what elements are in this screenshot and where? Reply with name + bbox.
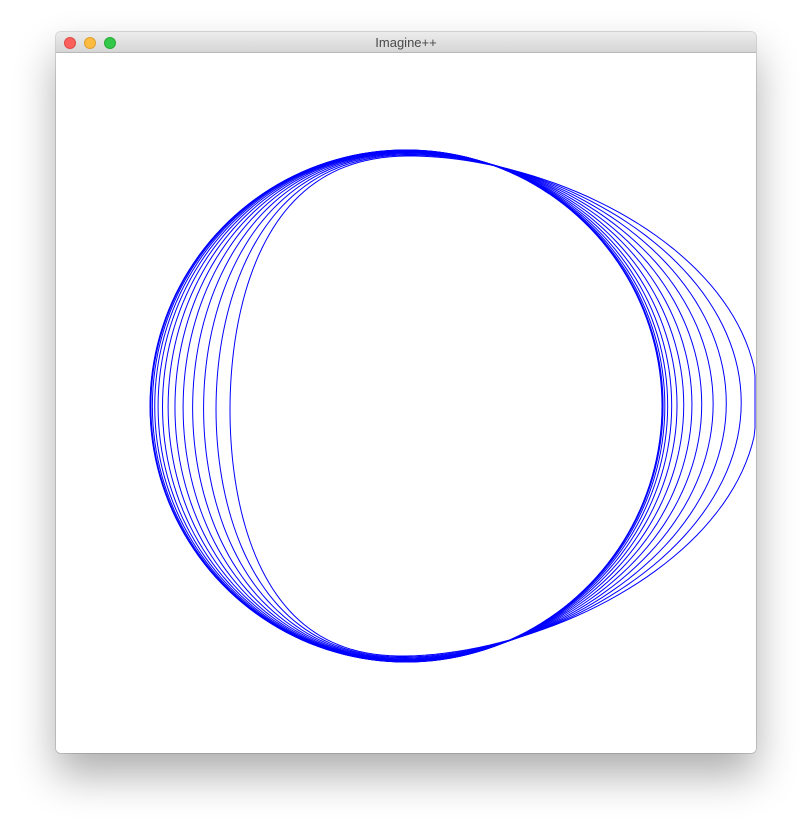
title-bar[interactable]: Imagine++	[56, 32, 756, 53]
window-title: Imagine++	[375, 35, 437, 50]
blue-curve	[229, 155, 756, 657]
blue-curve	[174, 151, 693, 661]
circle-curves-drawing	[149, 149, 756, 663]
blue-curve	[151, 149, 666, 663]
drawing-canvas	[56, 53, 756, 753]
blue-curve	[192, 152, 714, 660]
app-window: Imagine++	[56, 32, 756, 753]
